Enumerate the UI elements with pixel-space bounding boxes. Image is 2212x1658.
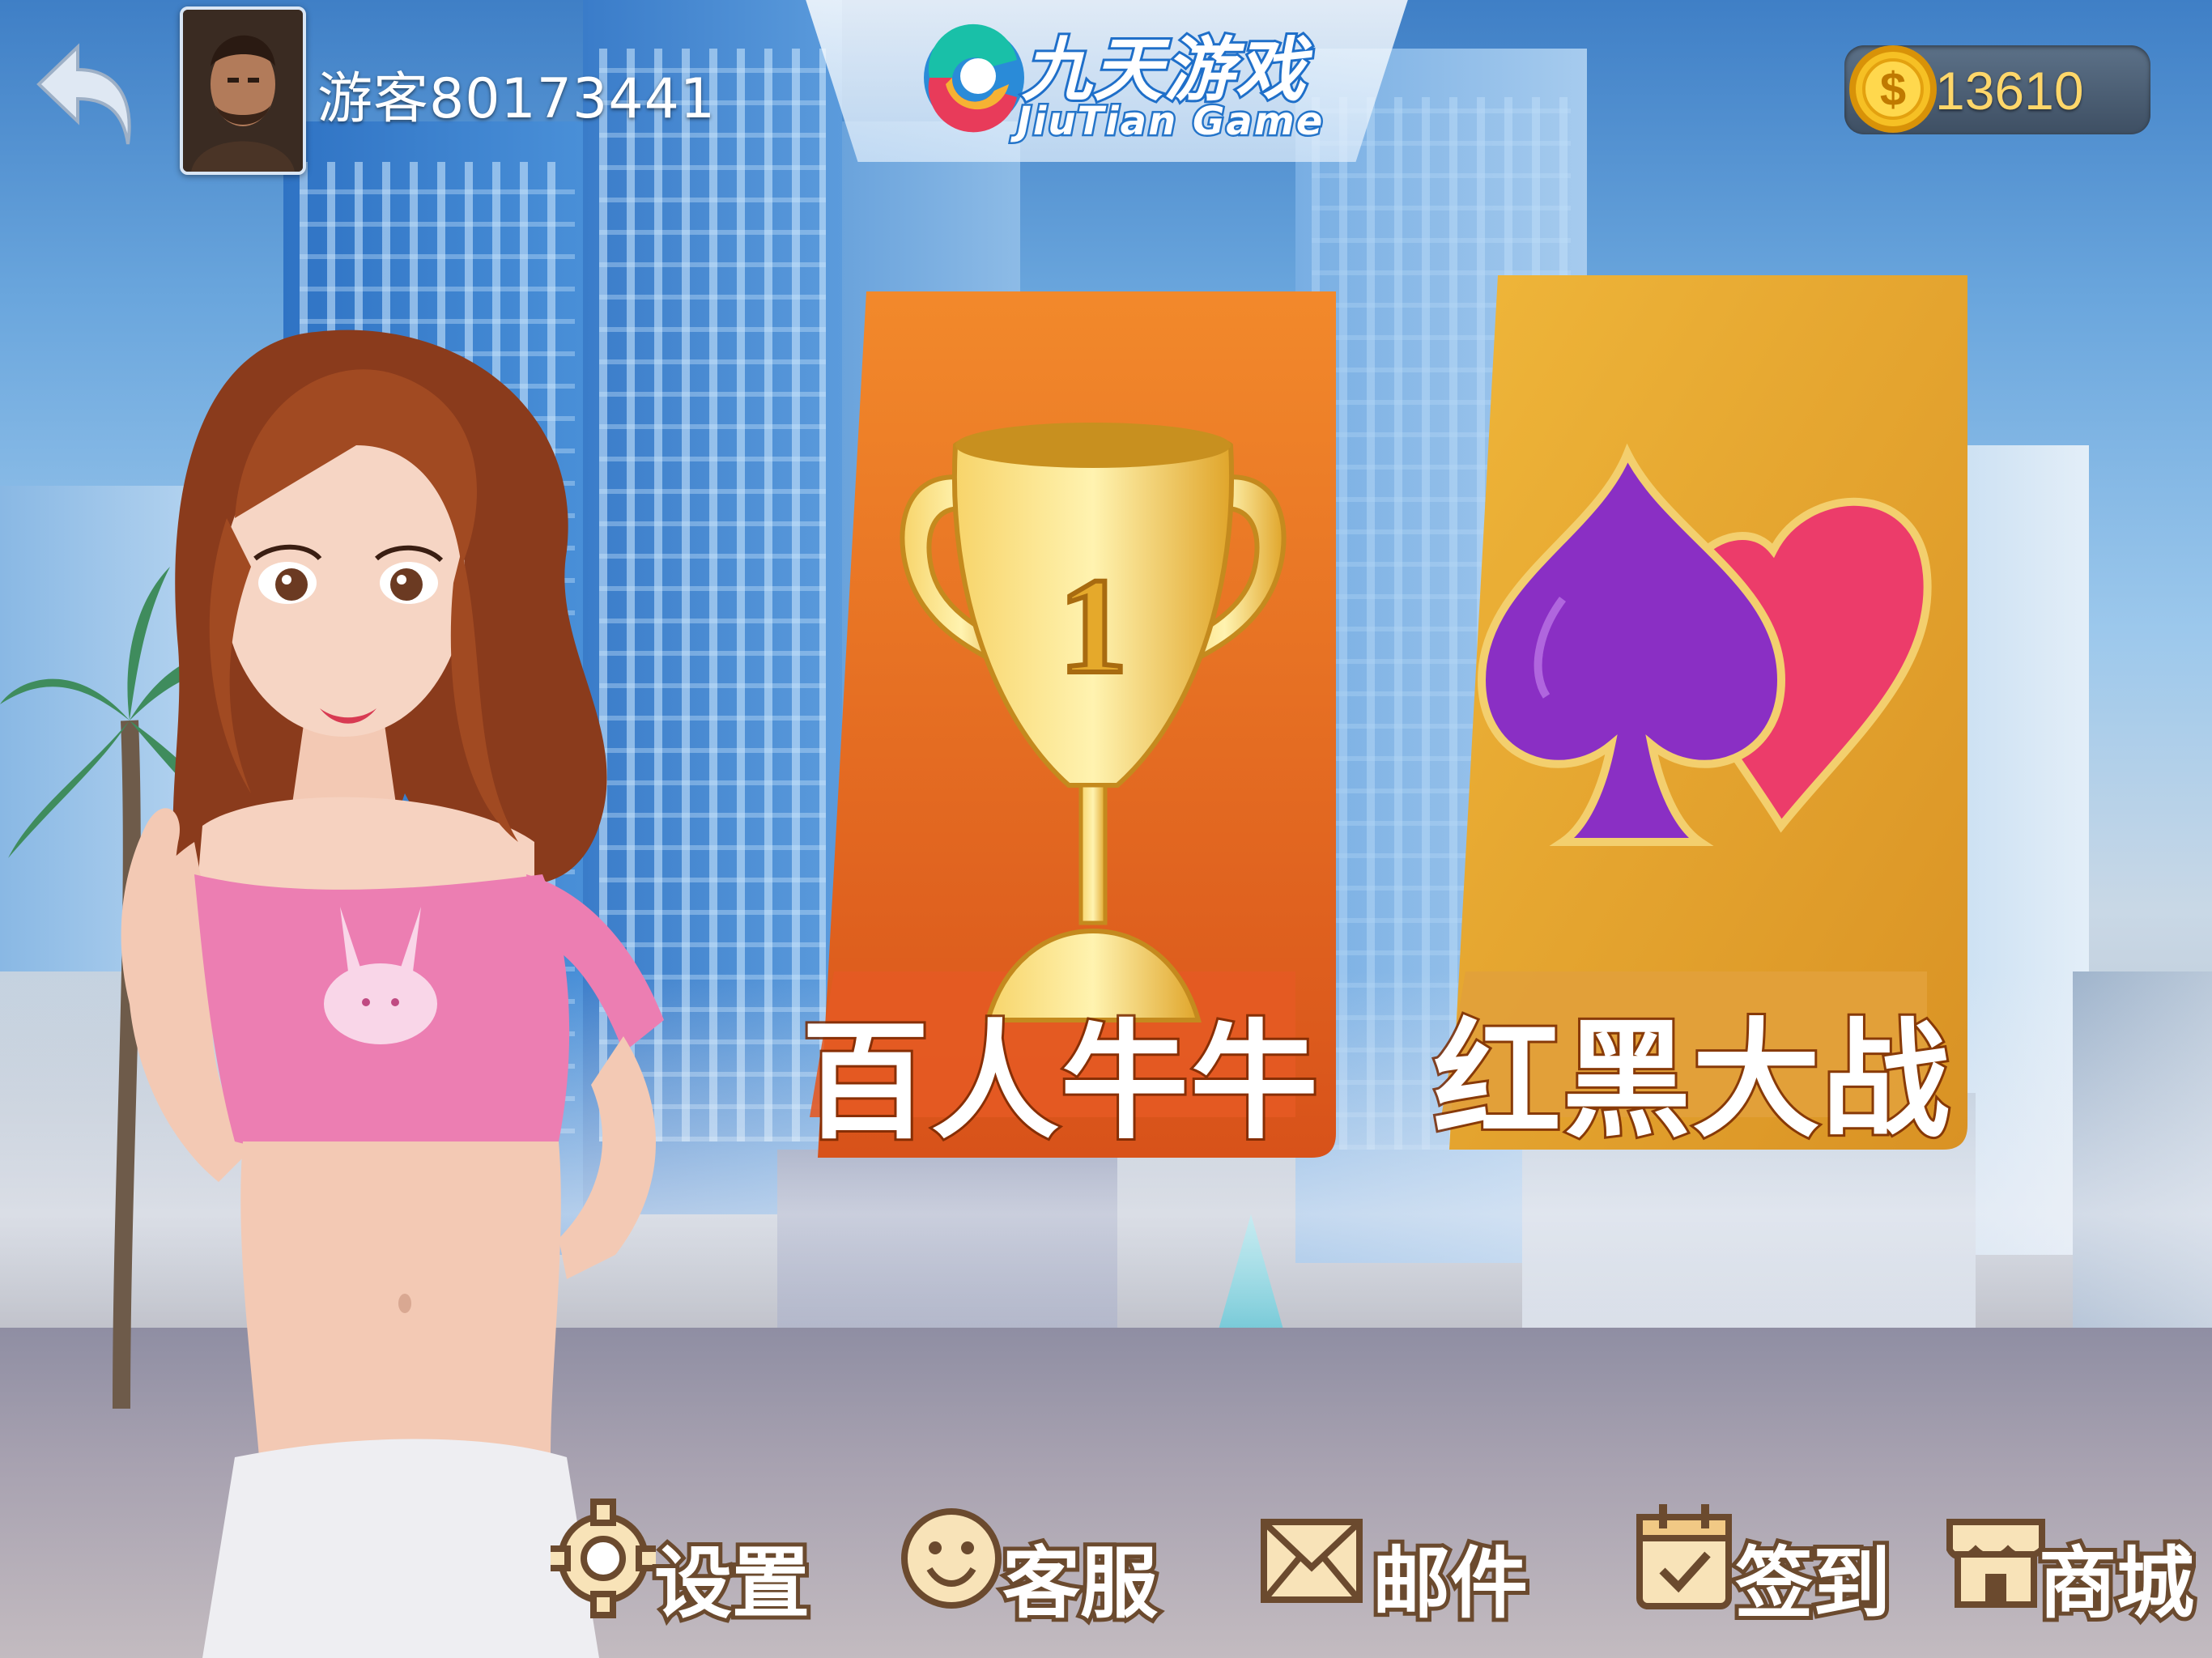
menu-checkin-label: 签到 — [1731, 1534, 1895, 1633]
game-card-hongkei-dazhan[interactable]: 红黑大战 — [1431, 275, 1976, 1158]
menu-mail-label: 邮件 — [1368, 1534, 1532, 1633]
menu-settings[interactable]: 设置 — [551, 1490, 814, 1633]
game-title-baiaren-niuniu: 百人牛牛 — [799, 1005, 1321, 1159]
back-arrow-icon[interactable] — [32, 31, 138, 152]
menu-shop-label: 商城 — [2035, 1534, 2198, 1633]
hostess-character-illustration — [121, 329, 664, 1658]
envelope-icon — [1261, 1519, 1363, 1603]
smile-icon — [901, 1508, 1002, 1609]
username-label: 游客80173441 — [317, 67, 717, 131]
svg-text:$: $ — [1880, 63, 1906, 116]
lobby-screen: 游客80173441 九天游戏 JiuTian Game $ 13610 1 百… — [0, 0, 2212, 1658]
trophy-icon: 1 — [900, 423, 1287, 1022]
game-card-baiaren-niuniu[interactable]: 1 百人牛牛 — [799, 291, 1344, 1166]
menu-mail[interactable]: 邮件 — [1259, 1490, 1532, 1633]
shop-icon — [1946, 1519, 2045, 1608]
spade-heart-icon — [1477, 443, 1932, 846]
menu-checkin[interactable]: 签到 — [1631, 1490, 1895, 1633]
menu-shop[interactable]: 商城 — [1943, 1490, 2202, 1633]
gold-coin-icon: $ — [1849, 45, 1937, 133]
menu-customer-service-label: 客服 — [998, 1534, 1162, 1633]
gear-icon — [551, 1499, 656, 1618]
coin-count: 13610 — [1935, 61, 2084, 121]
menu-settings-label: 设置 — [650, 1534, 814, 1633]
avatar-portrait-icon — [183, 10, 303, 172]
avatar[interactable] — [180, 6, 306, 175]
game-title-hongkei-dazhan: 红黑大战 — [1431, 1004, 1952, 1158]
calendar-check-icon — [1636, 1504, 1732, 1609]
logo-english-text: JiuTian Game — [1015, 97, 1325, 147]
menu-customer-service[interactable]: 客服 — [899, 1490, 1162, 1633]
svg-text:1: 1 — [1059, 550, 1128, 702]
